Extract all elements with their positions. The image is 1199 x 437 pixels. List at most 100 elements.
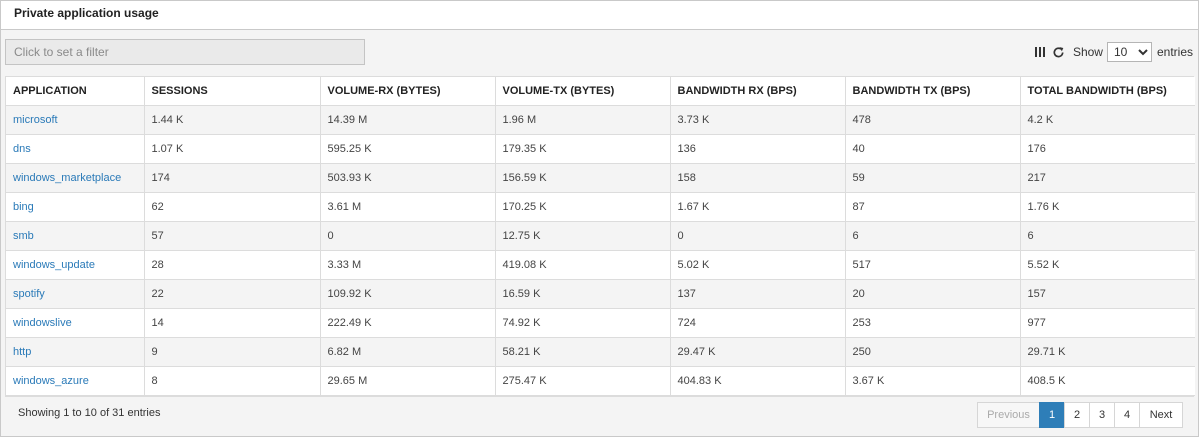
bandwidth-tx-cell: 20 [844, 278, 1021, 309]
sessions-cell: 14 [143, 307, 321, 338]
sessions-cell: 9 [143, 336, 321, 367]
total-bandwidth-cell: 5.52 K [1019, 249, 1195, 280]
application-link[interactable]: dns [13, 143, 31, 155]
application-link[interactable]: windows_marketplace [13, 172, 121, 184]
bandwidth-rx-cell: 5.02 K [669, 249, 846, 280]
volume-tx-cell: 275.47 K [494, 365, 671, 396]
table-row: dns 1.07 K 595.25 K 179.35 K 136 40 176 [6, 133, 1195, 164]
sessions-cell: 174 [143, 162, 321, 193]
table-row: windows_update 28 3.33 M 419.08 K 5.02 K… [6, 249, 1195, 280]
column-header-application[interactable]: APPLICATION [6, 77, 145, 106]
column-header-bandwidth-rx[interactable]: BANDWIDTH RX (BPS) [669, 77, 846, 106]
volume-tx-cell: 58.21 K [494, 336, 671, 367]
total-bandwidth-cell: 29.71 K [1019, 336, 1195, 367]
application-usage-table-wrapper: APPLICATION SESSIONS VOLUME-RX (BYTES) V… [5, 76, 1195, 397]
total-bandwidth-cell: 6 [1019, 220, 1195, 251]
bandwidth-tx-cell: 250 [844, 336, 1021, 367]
entries-per-page-select[interactable]: 10 [1106, 42, 1152, 62]
bandwidth-rx-cell: 404.83 K [669, 365, 846, 396]
next-page-button[interactable]: Next [1139, 402, 1183, 428]
bandwidth-tx-cell: 253 [844, 307, 1021, 338]
show-label: Show [1072, 45, 1103, 59]
sessions-cell: 22 [143, 278, 321, 309]
volume-tx-cell: 1.96 M [494, 104, 671, 135]
column-header-sessions[interactable]: SESSIONS [143, 77, 321, 106]
volume-rx-cell: 503.93 K [319, 162, 496, 193]
table-info: Showing 1 to 10 of 31 entries [18, 407, 161, 419]
volume-tx-cell: 12.75 K [494, 220, 671, 251]
sessions-cell: 1.44 K [143, 104, 321, 135]
application-link[interactable]: windows_update [13, 259, 95, 271]
total-bandwidth-cell: 176 [1019, 133, 1195, 164]
bandwidth-rx-cell: 158 [669, 162, 846, 193]
table-row: microsoft 1.44 K 14.39 M 1.96 M 3.73 K 4… [6, 104, 1195, 135]
table-row: spotify 22 109.92 K 16.59 K 137 20 157 [6, 278, 1195, 309]
sessions-cell: 62 [143, 191, 321, 222]
filter-input[interactable] [5, 39, 365, 65]
volume-rx-cell: 109.92 K [319, 278, 496, 309]
table-row: windowslive 14 222.49 K 74.92 K 724 253 … [6, 307, 1195, 338]
total-bandwidth-cell: 408.5 K [1019, 365, 1195, 396]
sessions-cell: 28 [143, 249, 321, 280]
volume-tx-cell: 74.92 K [494, 307, 671, 338]
volume-rx-cell: 6.82 M [319, 336, 496, 367]
bandwidth-rx-cell: 29.47 K [669, 336, 846, 367]
table-body: microsoft 1.44 K 14.39 M 1.96 M 3.73 K 4… [6, 104, 1195, 396]
volume-rx-cell: 3.61 M [319, 191, 496, 222]
volume-tx-cell: 179.35 K [494, 133, 671, 164]
volume-tx-cell: 156.59 K [494, 162, 671, 193]
table-row: windows_azure 8 29.65 M 275.47 K 404.83 … [6, 365, 1195, 396]
columns-icon[interactable] [1034, 45, 1046, 59]
page-button-3[interactable]: 3 [1089, 402, 1115, 428]
volume-rx-cell: 595.25 K [319, 133, 496, 164]
total-bandwidth-cell: 157 [1019, 278, 1195, 309]
bandwidth-tx-cell: 59 [844, 162, 1021, 193]
panel-body: Show 10 entries APPLICATION SESSIONS VOL… [1, 30, 1198, 436]
application-link[interactable]: windowslive [13, 317, 72, 329]
bandwidth-tx-cell: 3.67 K [844, 365, 1021, 396]
page-button-1[interactable]: 1 [1039, 402, 1065, 428]
sessions-cell: 8 [143, 365, 321, 396]
volume-rx-cell: 0 [319, 220, 496, 251]
application-link[interactable]: windows_azure [13, 375, 89, 387]
table-row: http 9 6.82 M 58.21 K 29.47 K 250 29.71 … [6, 336, 1195, 367]
panel-title: Private application usage [1, 1, 1198, 30]
volume-rx-cell: 3.33 M [319, 249, 496, 280]
table-row: bing 62 3.61 M 170.25 K 1.67 K 87 1.76 K [6, 191, 1195, 222]
bandwidth-tx-cell: 6 [844, 220, 1021, 251]
bandwidth-rx-cell: 3.73 K [669, 104, 846, 135]
previous-page-button[interactable]: Previous [977, 402, 1040, 428]
bandwidth-rx-cell: 724 [669, 307, 846, 338]
page-button-2[interactable]: 2 [1064, 402, 1090, 428]
table-toolbar: Show 10 entries [1, 30, 1198, 76]
bandwidth-tx-cell: 87 [844, 191, 1021, 222]
volume-tx-cell: 170.25 K [494, 191, 671, 222]
total-bandwidth-cell: 1.76 K [1019, 191, 1195, 222]
bandwidth-tx-cell: 517 [844, 249, 1021, 280]
application-link[interactable]: smb [13, 230, 34, 242]
total-bandwidth-cell: 4.2 K [1019, 104, 1195, 135]
total-bandwidth-cell: 217 [1019, 162, 1195, 193]
bandwidth-rx-cell: 137 [669, 278, 846, 309]
column-header-total-bandwidth[interactable]: TOTAL BANDWIDTH (BPS) [1019, 77, 1195, 106]
application-link[interactable]: http [13, 346, 31, 358]
private-application-usage-panel: Private application usage Click to set a… [0, 0, 1199, 437]
column-header-volume-rx[interactable]: VOLUME-RX (BYTES) [319, 77, 496, 106]
application-link[interactable]: spotify [13, 288, 45, 300]
application-link[interactable]: microsoft [13, 114, 58, 126]
volume-tx-cell: 16.59 K [494, 278, 671, 309]
column-header-volume-tx[interactable]: VOLUME-TX (BYTES) [494, 77, 671, 106]
sessions-cell: 57 [143, 220, 321, 251]
refresh-icon[interactable] [1052, 45, 1066, 59]
bandwidth-rx-cell: 0 [669, 220, 846, 251]
toolbar-controls: Show 10 entries [1034, 41, 1193, 63]
total-bandwidth-cell: 977 [1019, 307, 1195, 338]
bandwidth-rx-cell: 1.67 K [669, 191, 846, 222]
application-link[interactable]: bing [13, 201, 34, 213]
bandwidth-tx-cell: 478 [844, 104, 1021, 135]
pagination: Previous 1 2 3 4 Next [977, 402, 1183, 428]
page-button-4[interactable]: 4 [1114, 402, 1140, 428]
volume-tx-cell: 419.08 K [494, 249, 671, 280]
application-usage-table: APPLICATION SESSIONS VOLUME-RX (BYTES) V… [6, 77, 1195, 396]
column-header-bandwidth-tx[interactable]: BANDWIDTH TX (BPS) [844, 77, 1021, 106]
